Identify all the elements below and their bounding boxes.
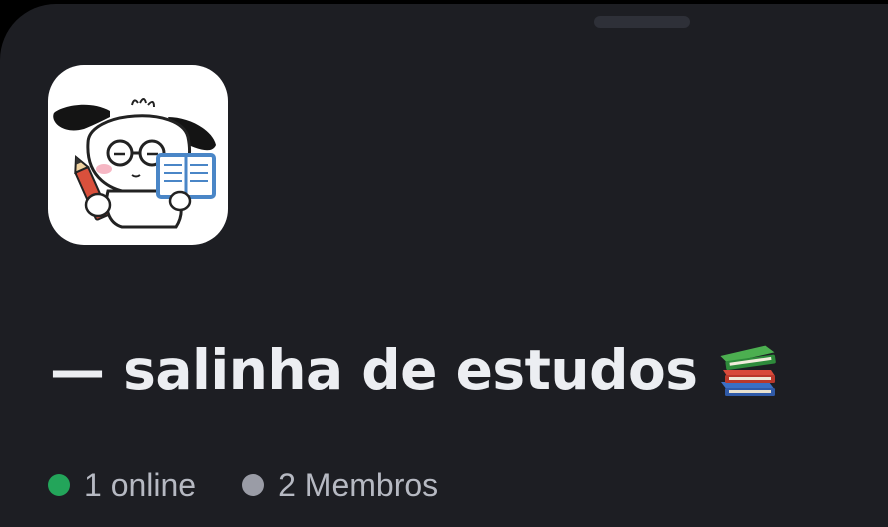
online-count: 1 online [84,466,197,503]
puppy-avatar-icon [53,98,216,229]
members-stat: 2 Membros [242,467,438,504]
books-icon [717,338,781,402]
server-name: — salinha de estudos [50,338,698,402]
online-status-dot [48,474,70,496]
server-name-row: — salinha de estudos [50,330,781,410]
online-stat: 1 online [48,467,196,504]
server-icon[interactable] [48,65,228,245]
server-stats: 1 online 2 Membros [48,463,438,507]
sheet-drag-handle[interactable] [594,16,690,28]
members-count: 2 Membros [278,466,439,503]
members-status-dot [242,474,265,496]
server-profile-sheet: — salinha de estudos 1 online 2 Membros [0,4,888,527]
